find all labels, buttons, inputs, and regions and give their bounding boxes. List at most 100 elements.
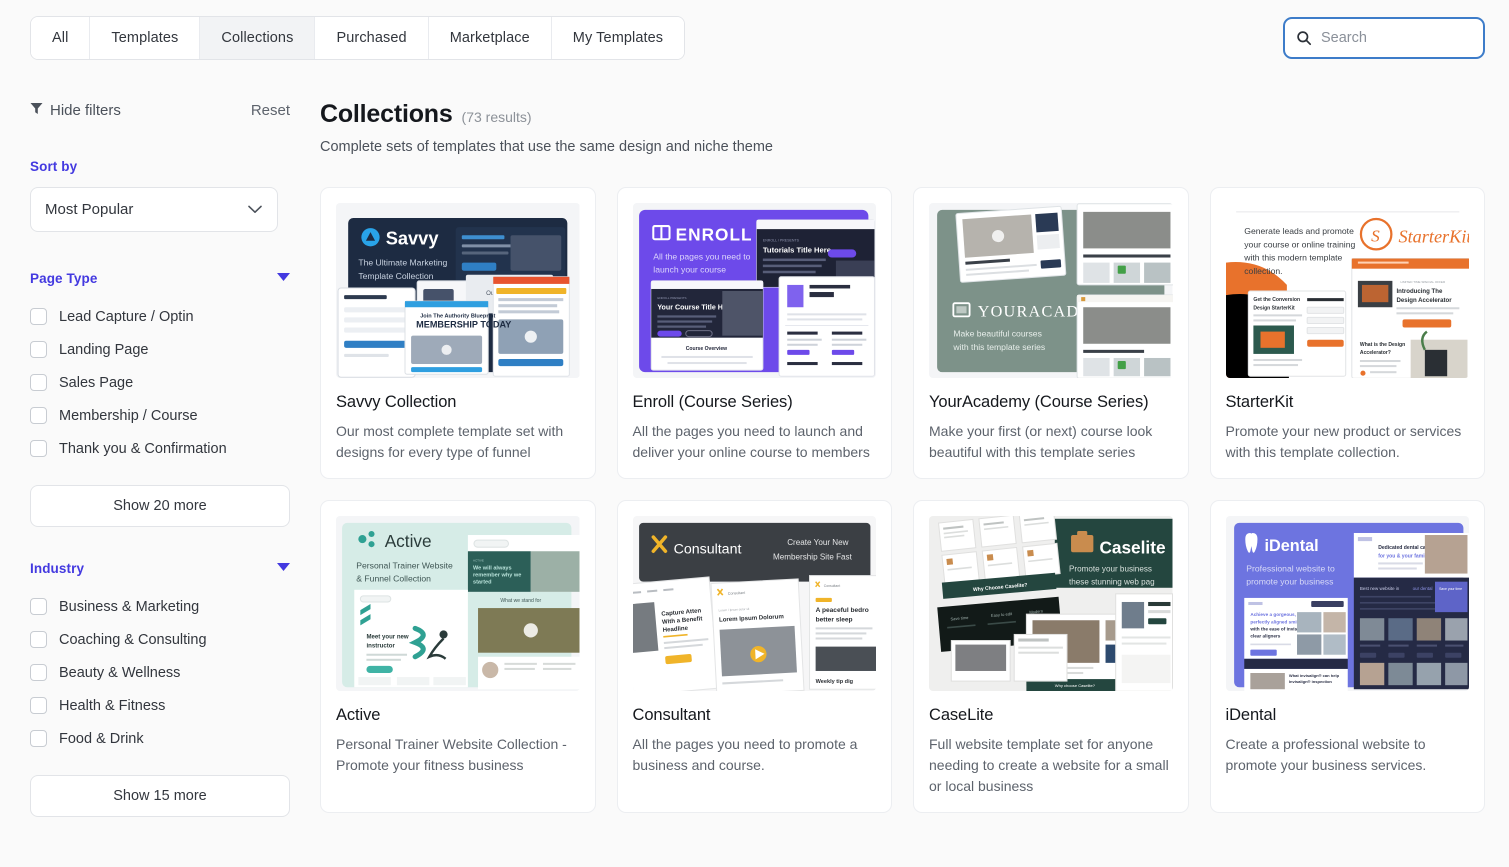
collection-title: Savvy Collection (336, 393, 457, 411)
collection-description: All the pages you need to launch and del… (632, 423, 870, 460)
svg-text:these stunning web pag: these stunning web pag (1069, 578, 1155, 587)
svg-text:Meet your new: Meet your new (366, 634, 408, 641)
collection-card-savvy[interactable]: Savvy The Ultimate Marketing Template Co… (320, 187, 596, 479)
svg-text:Invisalign® inspection: Invisalign® inspection (1288, 679, 1332, 684)
industry-show-more-button[interactable]: Show 15 more (30, 775, 290, 817)
checkbox-food-drink[interactable]: Food & Drink (30, 722, 290, 755)
checkbox-icon[interactable] (30, 341, 47, 358)
hide-filters-button[interactable]: Hide filters (30, 102, 121, 119)
svg-text:Design Accelerator: Design Accelerator (1396, 297, 1452, 304)
svg-text:Join The Authority Blueprint: Join The Authority Blueprint (420, 313, 495, 319)
svg-text:All the pages you need to: All the pages you need to (653, 252, 750, 262)
page-type-options: Lead Capture / Optin Landing Page Sales … (30, 300, 290, 465)
checkbox-icon[interactable] (30, 664, 47, 681)
svg-text:Template Collection: Template Collection (358, 271, 433, 281)
search-box[interactable] (1283, 17, 1485, 59)
checkbox-icon[interactable] (30, 631, 47, 648)
checkbox-lead-capture-optin[interactable]: Lead Capture / Optin (30, 300, 290, 333)
checkbox-icon[interactable] (30, 308, 47, 325)
collection-card-idental[interactable]: iDental Professional website to promote … (1209, 500, 1485, 813)
svg-text:iDental: iDental (1264, 537, 1318, 555)
svg-text:We will always: We will always (473, 566, 512, 572)
svg-text:ENROLL / PRESENTS: ENROLL / PRESENTS (762, 238, 799, 242)
chevron-down-icon (248, 202, 262, 217)
svg-text:Why choose Caselite?: Why choose Caselite? (1055, 683, 1096, 688)
svg-text:& Funnel Collection: & Funnel Collection (356, 574, 431, 584)
collection-description: All the pages you need to promote a busi… (632, 736, 858, 773)
svg-text:Accelerator?: Accelerator? (1359, 350, 1390, 356)
svg-text:Tutorials Title Here: Tutorials Title Here (762, 245, 830, 254)
sort-by-select[interactable]: Most Popular (30, 187, 278, 232)
tab-my-templates[interactable]: My Templates (551, 17, 685, 59)
tab-marketplace[interactable]: Marketplace (428, 17, 552, 59)
checkbox-sales-page[interactable]: Sales Page (30, 366, 290, 399)
collection-card-consultant[interactable]: Consultant Create Your New Membership Si… (616, 500, 892, 813)
checkbox-icon[interactable] (30, 374, 47, 391)
collection-card-active[interactable]: Active Personal Trainer Website & Funnel… (320, 500, 596, 813)
svg-text:promote your business: promote your business (1246, 577, 1333, 587)
collection-description: Create a professional website to promote… (1225, 736, 1427, 773)
svg-text:with this modern template: with this modern template (1243, 253, 1342, 263)
results-count: (73 results) (461, 109, 532, 125)
industry-header[interactable]: Industry (30, 561, 290, 576)
collection-title: Enroll (Course Series) (632, 393, 793, 411)
checkbox-icon[interactable] (30, 730, 47, 747)
svg-text:Save your time: Save your time (1439, 587, 1462, 591)
svg-text:Active: Active (385, 531, 432, 551)
industry-options: Business & Marketing Coaching & Consulti… (30, 590, 290, 755)
tab-templates[interactable]: Templates (90, 17, 201, 59)
tab-collections[interactable]: Collections (200, 17, 316, 59)
checkbox-beauty-wellness[interactable]: Beauty & Wellness (30, 656, 290, 689)
collection-card-youracademy[interactable]: YOURACADEMY Make beautiful courses with … (913, 187, 1189, 479)
svg-text:Achieve a gorgeous,: Achieve a gorgeous, (1250, 612, 1296, 617)
svg-text:clear aligners: clear aligners (1250, 633, 1280, 638)
page-type-show-more-button[interactable]: Show 20 more (30, 485, 290, 527)
checkbox-label: Membership / Course (59, 407, 198, 424)
svg-text:Professional website to: Professional website to (1246, 564, 1335, 574)
svg-text:What invisalign® can help: What invisalign® can help (1288, 673, 1339, 678)
svg-text:Membership Site Fast: Membership Site Fast (773, 552, 853, 561)
industry-title: Industry (30, 561, 85, 576)
search-input[interactable] (1321, 30, 1472, 46)
tab-purchased[interactable]: Purchased (315, 17, 429, 59)
collection-title: CaseLite (929, 706, 994, 724)
checkbox-icon[interactable] (30, 598, 47, 615)
svg-text:Best new website in: Best new website in (1359, 586, 1399, 591)
checkbox-coaching-consulting[interactable]: Coaching & Consulting (30, 623, 290, 656)
svg-text:Consultant: Consultant (673, 541, 741, 557)
filter-icon (30, 102, 43, 119)
checkbox-health-fitness[interactable]: Health & Fitness (30, 689, 290, 722)
collection-thumbnail: ENROLL All the pages you need to launch … (632, 203, 876, 378)
checkbox-icon[interactable] (30, 440, 47, 457)
svg-text:Create Your New: Create Your New (787, 538, 848, 547)
svg-text:instructor: instructor (366, 643, 395, 650)
collections-grid: Savvy The Ultimate Marketing Template Co… (320, 187, 1485, 813)
checkbox-thank-you-confirmation[interactable]: Thank you & Confirmation (30, 432, 290, 465)
collection-card-caselite[interactable]: Caselite Promote your business these stu… (913, 500, 1189, 813)
svg-text:started: started (473, 580, 492, 586)
collection-title: YourAcademy (Course Series) (929, 393, 1149, 411)
collection-card-starterkit[interactable]: Generate leads and promote your course o… (1209, 187, 1485, 479)
tab-all[interactable]: All (31, 17, 91, 59)
svg-text:perfectly aligned smile: perfectly aligned smile (1250, 619, 1301, 624)
checkbox-membership-course[interactable]: Membership / Course (30, 399, 290, 432)
collection-card-enroll[interactable]: ENROLL All the pages you need to launch … (616, 187, 892, 479)
svg-text:Weekly tip dig: Weekly tip dig (815, 679, 853, 685)
page-type-header[interactable]: Page Type (30, 271, 290, 286)
collection-description: Our most complete template set with desi… (336, 423, 564, 460)
checkbox-icon[interactable] (30, 697, 47, 714)
checkbox-label: Lead Capture / Optin (59, 308, 194, 325)
checkbox-label: Thank you & Confirmation (59, 440, 227, 457)
svg-text:LIMITED TIME SPECIAL OFFER: LIMITED TIME SPECIAL OFFER (1400, 280, 1445, 284)
checkbox-label: Food & Drink (59, 730, 144, 747)
checkbox-business-marketing[interactable]: Business & Marketing (30, 590, 290, 623)
hide-filters-label: Hide filters (50, 102, 121, 119)
collection-description: Full website template set for anyone nee… (929, 736, 1169, 794)
checkbox-icon[interactable] (30, 407, 47, 424)
svg-text:Course Overview: Course Overview (685, 346, 726, 352)
svg-text:for you & your family: for you & your family (1378, 553, 1429, 559)
svg-text:Consultant: Consultant (823, 584, 839, 588)
svg-text:our dental: our dental (1412, 586, 1432, 591)
checkbox-landing-page[interactable]: Landing Page (30, 333, 290, 366)
reset-button[interactable]: Reset (251, 102, 290, 119)
